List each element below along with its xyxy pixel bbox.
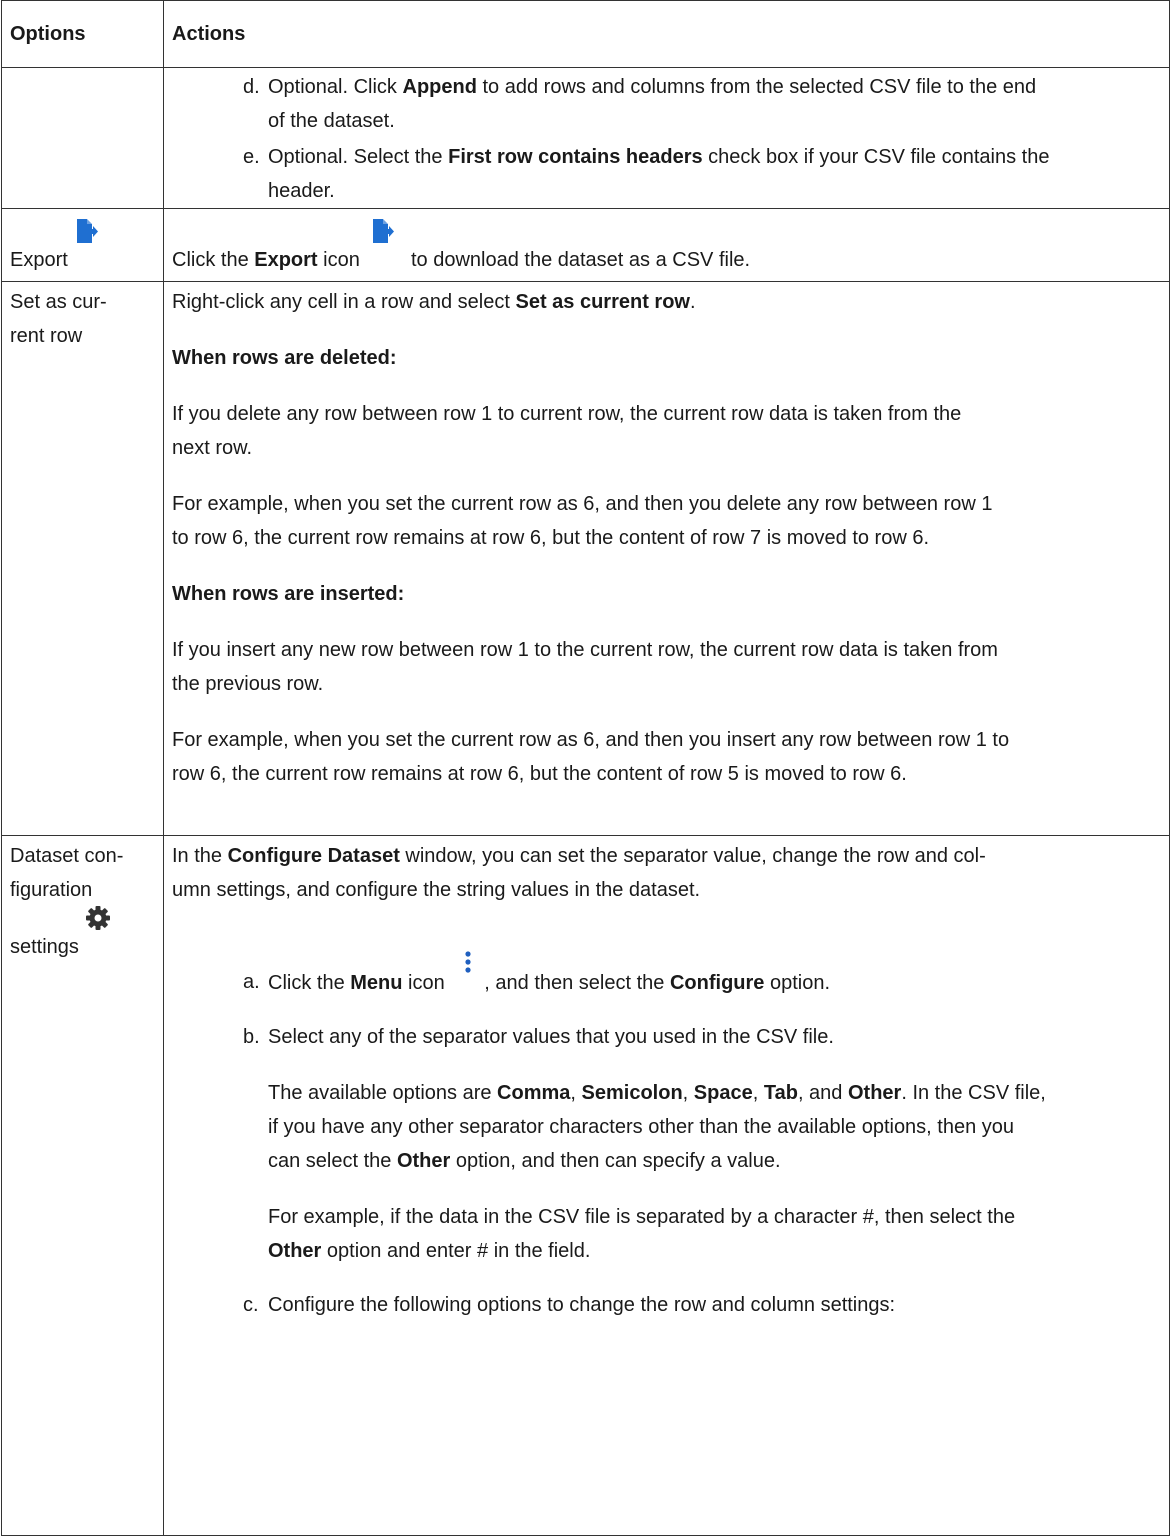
action-cell-set-current: Right-click any cell in a row and select… bbox=[163, 281, 1170, 836]
gear-icon bbox=[85, 905, 111, 931]
export-icon bbox=[75, 218, 99, 244]
paragraph: If you delete any row between row 1 to c… bbox=[172, 403, 962, 459]
step-d: d. Optional. Click Append to add rows an… bbox=[243, 76, 1037, 132]
option-cell-set-current: Set as cur- rent row bbox=[1, 281, 164, 836]
paragraph: If you insert any new row between row 1 … bbox=[172, 639, 998, 695]
paragraph: The available options are Comma, Semicol… bbox=[268, 1082, 1046, 1172]
kebab-menu-icon bbox=[464, 951, 472, 975]
options-table: Options Actions d. Optional. Click Appen… bbox=[1, 0, 1170, 1536]
append-term: Append bbox=[402, 76, 477, 98]
export-icon bbox=[371, 218, 395, 244]
option-cell-config: Dataset con- figuration settings bbox=[1, 835, 164, 1536]
menu-term: Menu bbox=[350, 972, 403, 994]
paragraph: In the Configure Dataset window, you can… bbox=[172, 845, 986, 901]
paragraph: For example, when you set the current ro… bbox=[172, 729, 1010, 785]
configure-dataset-term: Configure Dataset bbox=[227, 845, 400, 867]
option-cell-export: Export bbox=[1, 208, 164, 282]
table-row-export: Export Click the Export icon to download… bbox=[1, 208, 1170, 282]
set-current-row-term: Set as current row bbox=[515, 291, 690, 313]
step-b: b. Select any of the separator values th… bbox=[172, 1020, 1161, 1268]
export-term: Export bbox=[254, 249, 318, 271]
table-header-row: Options Actions bbox=[1, 0, 1170, 68]
step-a: a. Click the Menu icon , and then select… bbox=[172, 951, 1161, 1000]
subheading-inserted: When rows are inserted: bbox=[172, 583, 405, 605]
table-row-config: Dataset con- figuration settings In the … bbox=[1, 835, 1170, 1536]
configure-term: Configure bbox=[669, 972, 765, 994]
subheading-deleted: When rows are deleted: bbox=[172, 347, 397, 369]
step-e: e. Optional. Select the First row contai… bbox=[243, 146, 1050, 202]
step-c: c. Configure the following options to ch… bbox=[243, 1294, 896, 1316]
action-cell-config: In the Configure Dataset window, you can… bbox=[163, 835, 1170, 1536]
first-row-headers-term: First row contains headers bbox=[448, 146, 703, 168]
table-row-import-continued: d. Optional. Click Append to add rows an… bbox=[1, 67, 1170, 209]
paragraph: Right-click any cell in a row and select… bbox=[172, 291, 696, 313]
action-cell-export: Click the Export icon to download the da… bbox=[163, 208, 1170, 282]
paragraph: For example, when you set the current ro… bbox=[172, 493, 993, 549]
header-options: Options bbox=[1, 0, 164, 68]
header-actions: Actions bbox=[163, 0, 1170, 68]
table-row-set-current: Set as cur- rent row Right-click any cel… bbox=[1, 281, 1170, 836]
option-cell-empty bbox=[1, 67, 164, 209]
paragraph: For example, if the data in the CSV file… bbox=[268, 1206, 1016, 1262]
action-cell-import: d. Optional. Click Append to add rows an… bbox=[163, 67, 1170, 209]
